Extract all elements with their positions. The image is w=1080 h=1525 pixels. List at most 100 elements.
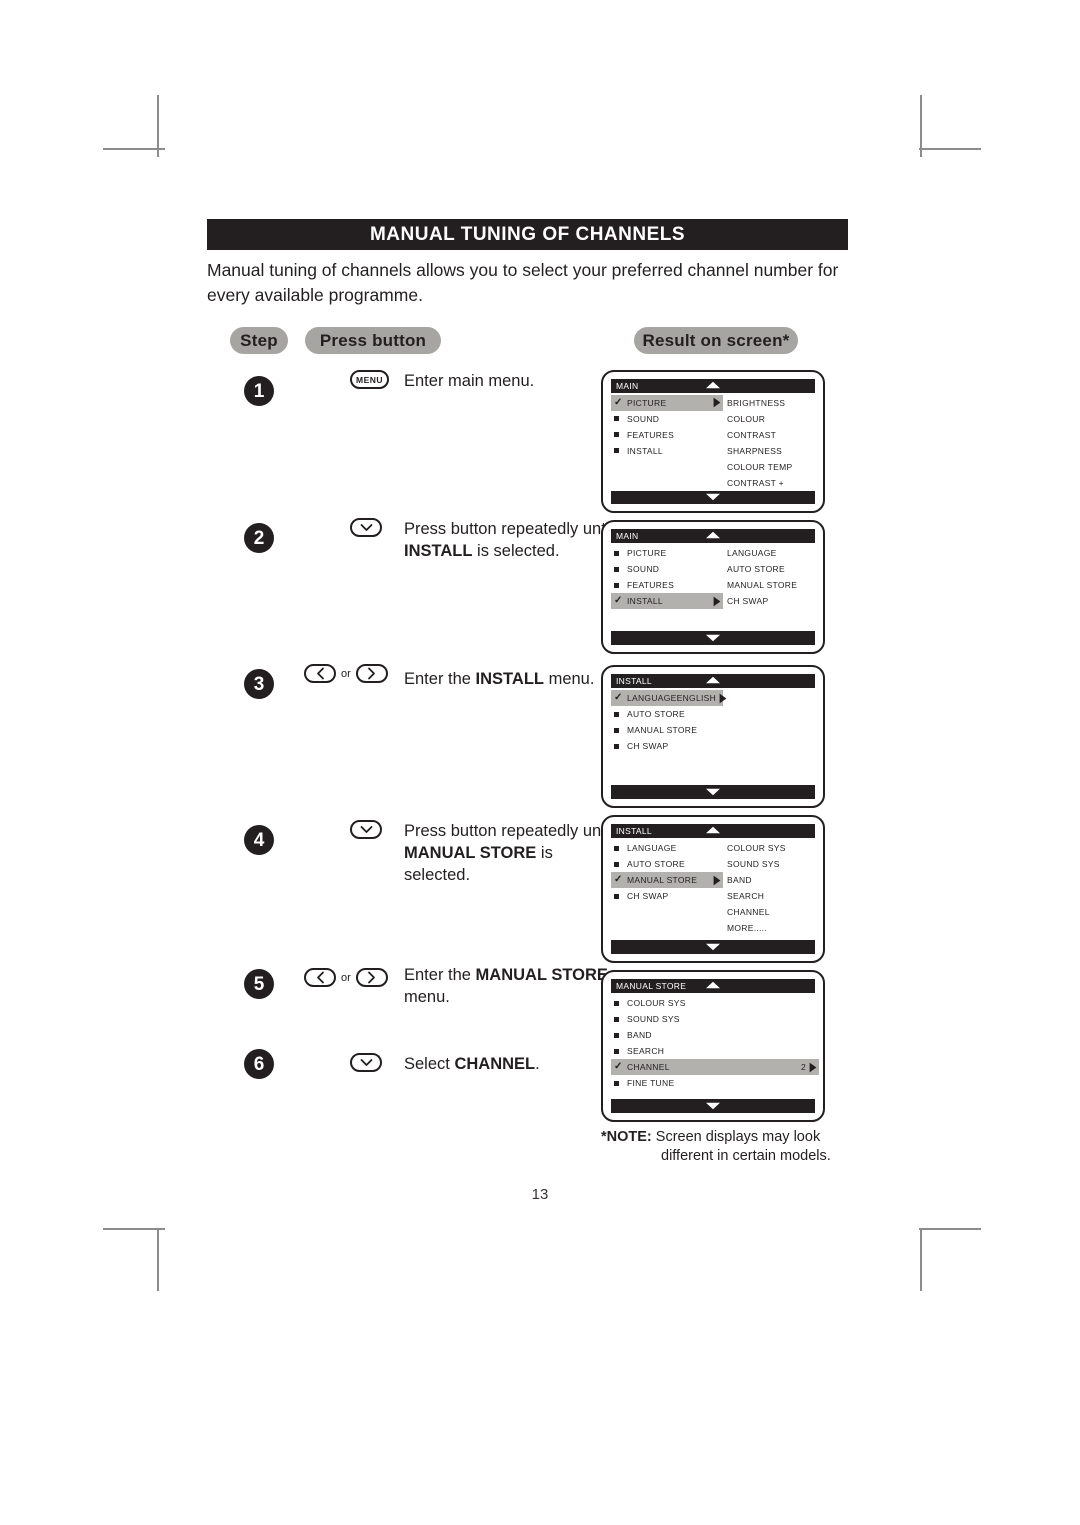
osd-menu-item[interactable]: SOUND SYS [611,1011,723,1027]
osd-submenu-item[interactable]: COLOUR SYS [727,840,815,856]
osd-submenu-list: COLOUR SYS SOUND SYS BAND SEARCH CHANNEL MORE… [723,840,815,936]
chevron-right-icon [368,667,376,680]
osd-menu-item[interactable]: AUTO STORE [611,856,723,872]
square-bullet-icon [614,1016,627,1022]
caret-up-icon [706,676,720,684]
osd-submenu-item[interactable]: CHANNEL [727,904,815,920]
osd-menu-item[interactable]: SOUND [611,411,723,427]
osd-scroll-up[interactable] [705,826,721,836]
osd-item-arrow[interactable] [713,875,721,886]
osd-menu-item[interactable]: FINE TUNE [611,1075,723,1091]
osd-menu-item[interactable]: PICTURE [611,545,723,561]
osd-submenu-item[interactable]: MANUAL STORE [727,577,815,593]
crop-mark-top-right-h [919,148,981,150]
text-run: is selected. [472,542,560,560]
step-4-instruction: Press button repeatedly until MANUAL STO… [404,820,619,886]
osd-menu-item-label: PICTURE [627,548,667,558]
osd-scroll-down[interactable] [611,631,815,645]
osd-scroll-down[interactable] [611,1099,815,1113]
osd-menu-item-label: FEATURES [627,429,675,440]
osd-menu-item[interactable]: FEATURES [611,427,723,443]
osd-submenu-item[interactable]: AUTO STORE [727,561,815,577]
osd-submenu-item[interactable]: BAND [727,872,815,888]
osd-menu-item[interactable]: SEARCH [611,1043,723,1059]
osd-scroll-down[interactable] [611,785,815,799]
osd-item-arrow[interactable] [713,397,721,408]
square-bullet-icon [614,448,627,453]
step-number-6: 6 [244,1049,274,1079]
key-down-arrow[interactable] [350,518,382,537]
osd-body: PICTURE SOUND FEATURES ✓ INSTALL LANGUAGE AUTO… [611,543,815,609]
osd-scroll-up[interactable] [705,381,721,391]
osd-scroll-up[interactable] [705,981,721,991]
osd-menu-item[interactable]: BAND [611,1027,723,1043]
osd-body: ✓ PICTURE SOUND FEATURES INSTALL BRIGHTNESS CO… [611,393,815,491]
key-left-arrow[interactable] [304,664,336,683]
osd-submenu-item[interactable]: SHARPNESS [727,443,815,459]
osd-menu-item[interactable]: ✓ PICTURE [611,394,723,411]
osd-menu-item[interactable]: INSTALL [611,443,723,459]
step-2-instruction: Press button repeatedly until INSTALL is… [404,518,619,562]
step-number-1: 1 [244,376,274,406]
osd-menu-item[interactable]: LANGUAGE [611,840,723,856]
caret-up-icon [706,981,720,989]
check-icon: ✓ [614,396,623,408]
osd-menu-item-label: INSTALL [627,596,663,606]
osd-submenu-item[interactable]: LANGUAGE [727,545,815,561]
key-down-arrow[interactable] [350,820,382,839]
osd-menu-item[interactable]: MANUAL STORE [611,722,723,738]
tv-screen-4: INSTALL LANGUAGE AUTO STORE ✓ MANUAL STORE CH… [601,815,825,963]
or-label: or [341,667,351,680]
osd-submenu-item[interactable]: COLOUR TEMP [727,459,815,475]
osd-menu-list: ✓ PICTURE SOUND FEATURES INSTALL [611,394,723,491]
osd-menu-item-label: AUTO STORE [627,709,685,719]
osd-scroll-up[interactable] [705,531,721,541]
key-right-arrow[interactable] [355,968,388,987]
column-header-step: Step [230,327,288,354]
square-bullet-icon [614,1032,627,1038]
step-4-key-group [350,820,382,839]
osd-menu-item[interactable]: COLOUR SYS [611,995,723,1011]
osd-item-arrow[interactable] [809,1062,817,1073]
osd-submenu-item[interactable]: CONTRAST + [727,475,815,491]
osd-menu-item[interactable]: SOUND [611,561,723,577]
or-label: or [341,971,351,984]
osd-item-arrow[interactable] [713,596,721,607]
osd-submenu-item[interactable]: MORE..... [727,920,815,936]
osd-scroll-down[interactable] [611,490,815,504]
osd-submenu-item[interactable]: CH SWAP [727,593,815,609]
osd-menu-item[interactable]: CH SWAP [611,738,723,754]
key-down-arrow[interactable] [350,1053,382,1072]
square-bullet-icon [614,1048,627,1054]
osd-menu-item-label: SOUND SYS [627,1014,680,1024]
osd-submenu-item[interactable]: BRIGHTNESS [727,395,815,411]
chevron-down-icon [360,1059,372,1066]
osd-menu-item[interactable]: ✓ INSTALL [611,593,723,609]
osd-menu-item[interactable]: AUTO STORE [611,706,723,722]
osd-menu-item[interactable]: FEATURES [611,577,723,593]
osd-submenu-item[interactable]: COLOUR [727,411,815,427]
osd-menu-item[interactable]: ✓ MANUAL STORE [611,872,723,888]
osd-menu-item[interactable]: ✓ LANGUAGE ENGLISH [611,690,727,706]
osd-menu-item[interactable]: ✓ CHANNEL 2 [611,1059,819,1075]
key-right-arrow[interactable] [355,664,388,683]
osd-body: COLOUR SYS SOUND SYS BAND SEARCH ✓ CHANNEL 2 FI… [611,993,819,1091]
osd-menu-item[interactable]: CH SWAP [611,888,723,904]
osd-item-arrow[interactable] [719,693,727,704]
osd-submenu-list [723,690,815,754]
check-icon: ✓ [614,595,623,606]
osd-title: MAIN [616,380,639,391]
osd-submenu-item[interactable]: SOUND SYS [727,856,815,872]
check-icon: ✓ [614,874,623,885]
key-MENU[interactable]: MENU [350,370,390,389]
key-left-arrow[interactable] [304,968,336,987]
osd-menu-item-label: CH SWAP [627,741,669,751]
osd-menu-list: ✓ LANGUAGE ENGLISH AUTO STORE MANUAL STORE CH… [611,690,727,754]
osd-submenu-item[interactable]: SEARCH [727,888,815,904]
emphasis: CHANNEL [454,1055,536,1073]
osd-scroll-down[interactable] [611,940,815,954]
caret-down-icon [706,1102,720,1110]
osd-scroll-up[interactable] [705,676,721,686]
osd-menu-item-value: 2 [800,1062,806,1072]
osd-submenu-item[interactable]: CONTRAST [727,427,815,443]
